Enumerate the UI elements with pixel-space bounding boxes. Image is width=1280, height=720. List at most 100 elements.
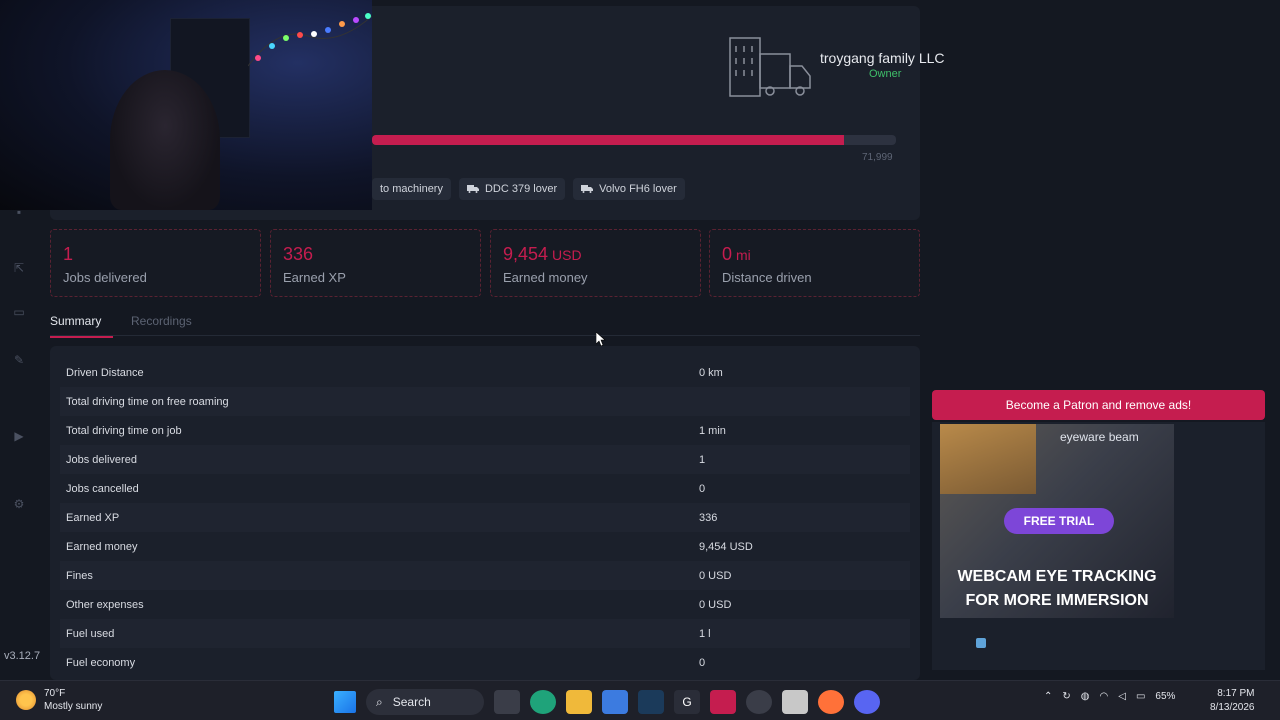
stat-jobs-delivered: 1 Jobs delivered [50, 229, 261, 297]
row-label: Fuel economy [66, 656, 136, 669]
tab-recordings[interactable]: Recordings [131, 314, 192, 328]
table-row: Fuel economy 0 [60, 648, 910, 677]
row-value: 0 USD [699, 598, 732, 611]
row-label: Fines [66, 569, 93, 582]
tab-summary[interactable]: Summary [50, 314, 114, 338]
driver-tags: to machinery DDC 379 lover Volvo FH6 lov… [372, 178, 685, 200]
table-row: Earned money 9,454 USD [60, 532, 910, 561]
steam-icon[interactable] [638, 690, 664, 714]
mouse-cursor-icon [596, 332, 606, 346]
table-row: Jobs delivered 1 [60, 445, 910, 474]
obs-icon[interactable] [746, 690, 772, 714]
table-row: Total driving time on free roaming [60, 387, 910, 416]
weather-temp: 70°F [44, 688, 66, 699]
row-value: 0 USD [699, 569, 732, 582]
edge-icon[interactable] [530, 690, 556, 714]
free-trial-button[interactable]: FREE TRIAL [1004, 508, 1114, 534]
row-label: Total driving time on free roaming [66, 395, 229, 408]
ad-headline-1: WEBCAM EYE TRACKING [957, 568, 1157, 585]
taskbar-search[interactable]: ⌕ Search [366, 689, 484, 715]
volume-icon[interactable]: ◁ [1118, 691, 1126, 702]
ad-info-icon[interactable] [976, 638, 986, 648]
tag-label: DDC 379 lover [484, 183, 558, 195]
stat-distance-driven: 0 mi Distance driven [709, 229, 920, 297]
g-hub-icon[interactable]: G [674, 690, 700, 714]
tag-ddc: DDC 379 lover [458, 178, 566, 200]
search-label: Search [392, 695, 431, 709]
taskbar-apps: ⌕ Search G [334, 689, 880, 715]
company-role: Owner [869, 68, 902, 80]
row-label: Earned XP [66, 511, 120, 524]
stat-label: Jobs delivered [63, 270, 147, 285]
weather-desc: Mostly sunny [44, 701, 103, 712]
taskbar-clock[interactable]: 8:17 PM 8/13/2026 [1210, 687, 1255, 715]
webcam-overlay [0, 0, 372, 210]
company-block[interactable]: troygang family LLC Owner [726, 32, 966, 102]
trucky-icon[interactable] [710, 690, 736, 714]
row-value: 9,454 USD [699, 540, 753, 553]
stat-value: 9,454 USD [503, 244, 582, 264]
summary-table: Driven Distance 0 km Total driving time on… [50, 346, 920, 680]
stat-earned-xp: 336 Earned XP [270, 229, 481, 297]
row-label: Earned money [66, 540, 138, 553]
stat-value: 336 [283, 244, 314, 264]
row-value: 1 l [699, 627, 711, 640]
row-label: Jobs delivered [66, 453, 137, 466]
company-name[interactable]: troygang family LLC [820, 50, 945, 66]
table-row: Driven Distance 0 km [60, 358, 910, 387]
row-value: 1 [699, 453, 706, 466]
truck-icon [466, 185, 479, 193]
chevron-up-icon[interactable]: ⌃ [1044, 691, 1052, 702]
xp-max-label: 71,999 [862, 152, 893, 163]
profile-tabs: Summary Recordings [50, 312, 920, 338]
patron-banner[interactable]: Become a Patron and remove ads! [932, 390, 1265, 420]
table-row: Total driving time on job 1 min [60, 416, 910, 445]
store-icon[interactable] [602, 690, 628, 714]
start-icon[interactable] [334, 691, 356, 713]
table-row: Earned XP 336 [60, 503, 910, 532]
table-row: Fuel used 1 l [60, 619, 910, 648]
company-building-icon [729, 37, 811, 97]
share-icon[interactable]: ⇱ [11, 260, 27, 276]
row-value: 0 [699, 656, 706, 669]
search-icon: ⌕ [376, 694, 383, 709]
table-row: Fines 0 USD [60, 561, 910, 590]
task-view-icon[interactable] [494, 690, 520, 714]
ad-image[interactable]: eyeware beam FREE TRIAL WEBCAM EYE TRACK… [940, 424, 1174, 618]
play-icon[interactable]: ▶ [11, 428, 27, 444]
tag-volvo: Volvo FH6 lover [573, 178, 685, 200]
brush-icon[interactable]: ✎ [11, 352, 27, 368]
row-label: Driven Distance [66, 366, 144, 379]
battery-icon[interactable]: ▭ [1136, 691, 1145, 702]
microphone-icon[interactable]: ◍ [1081, 691, 1090, 702]
weather-widget[interactable]: 70°F Mostly sunny [16, 687, 102, 713]
row-value: 0 [699, 482, 706, 495]
row-label: Fuel used [66, 627, 115, 640]
message-icon[interactable]: ▭ [11, 304, 27, 320]
ad-headline-2: FOR MORE IMMERSION [965, 592, 1149, 609]
discord-icon[interactable] [854, 690, 880, 714]
webcam-person [110, 70, 220, 210]
file-explorer-icon[interactable] [566, 690, 592, 714]
sun-icon [16, 690, 36, 710]
stat-label: Earned XP [283, 270, 346, 285]
tag-label: Volvo FH6 lover [599, 183, 677, 195]
stat-label: Earned money [503, 270, 588, 285]
sync-icon[interactable]: ↻ [1062, 691, 1070, 702]
tag-label: to machinery [380, 183, 443, 195]
xp-progress-fill [372, 135, 844, 145]
forza-icon[interactable] [782, 690, 808, 714]
string-lights [248, 13, 372, 67]
stat-value: 0 mi [722, 244, 751, 264]
ad-panel: eyeware beam FREE TRIAL WEBCAM EYE TRACK… [932, 422, 1265, 670]
stat-earned-money: 9,454 USD Earned money [490, 229, 701, 297]
settings-icon[interactable]: ⚙ [11, 496, 27, 512]
ad-brand: eyeware beam [1060, 430, 1139, 444]
stat-value: 1 [63, 244, 74, 264]
windows-taskbar: 70°F Mostly sunny ⌕ Search G ⌃ ↻ ◍ ◠ ◁ ▭… [0, 680, 1280, 720]
row-label: Other expenses [66, 598, 144, 611]
row-label: Jobs cancelled [66, 482, 139, 495]
wifi-icon[interactable]: ◠ [1100, 691, 1109, 702]
firefox-icon[interactable] [818, 690, 844, 714]
truck-icon [581, 185, 594, 193]
